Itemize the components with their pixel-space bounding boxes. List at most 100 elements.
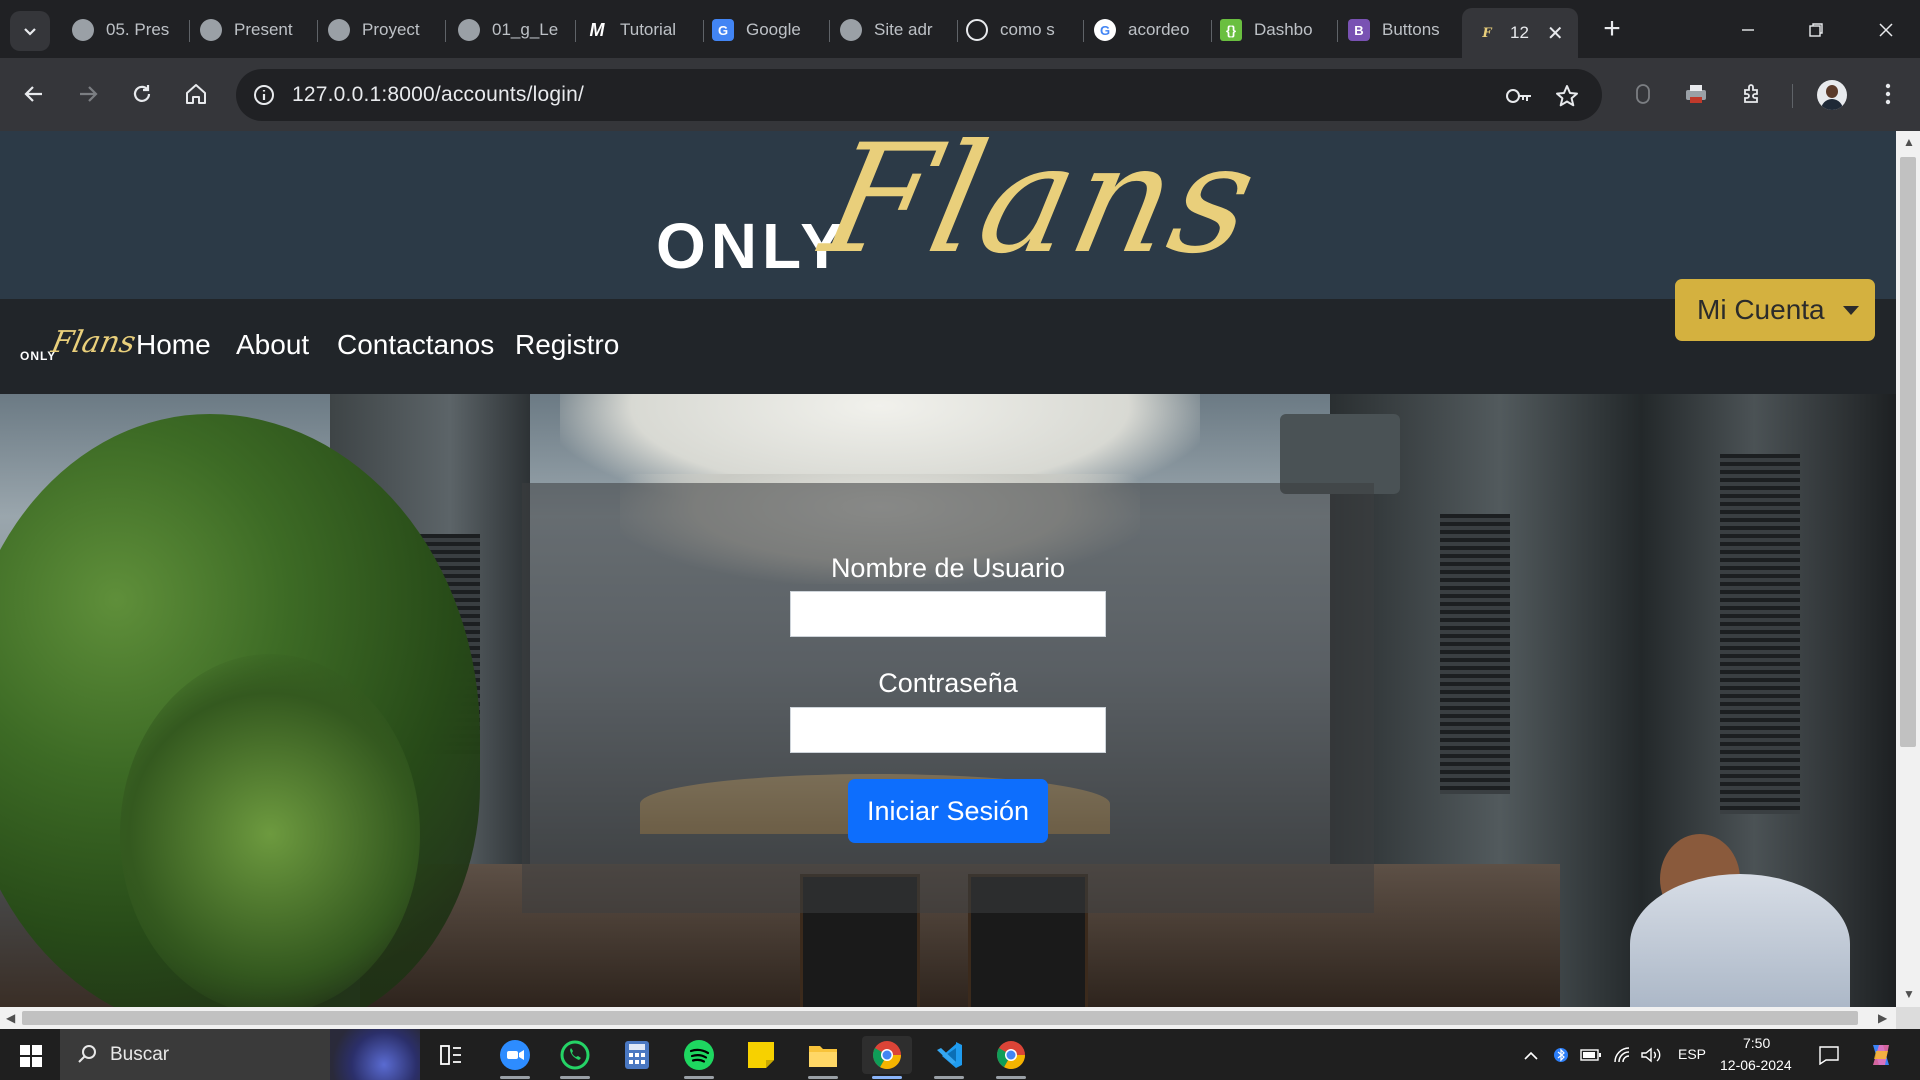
browser-tab[interactable]: 01_g_Le xyxy=(458,8,576,52)
battery-icon[interactable] xyxy=(1580,1044,1602,1066)
brand-flans-text: Flans xyxy=(48,325,139,360)
clock-time: 7:50 xyxy=(1743,1035,1771,1051)
browser-tab[interactable]: 05. Pres xyxy=(72,8,190,52)
browser-tab-strip: 05. Pres Present Proyect 01_g_Le M Tutor… xyxy=(0,0,1920,58)
restore-button[interactable] xyxy=(1796,12,1836,48)
hero-background-photo: Nombre de Usuario Contraseña Iniciar Ses… xyxy=(0,394,1896,1007)
browser-tab[interactable]: G acordeo xyxy=(1094,8,1212,52)
input-language[interactable]: ESP xyxy=(1678,1046,1706,1062)
taskbar-app-spotify[interactable] xyxy=(674,1036,724,1079)
close-tab-icon[interactable]: ✕ xyxy=(1547,21,1564,46)
arrow-left-icon xyxy=(24,86,42,102)
browser-tab-active[interactable]: F 12 ✕ xyxy=(1462,8,1578,58)
m-logo-icon: M xyxy=(589,19,605,40)
extension-mouse-icon[interactable] xyxy=(1625,76,1661,112)
horizontal-scrollbar[interactable]: ◀ ▶ xyxy=(0,1007,1896,1029)
new-tab-button[interactable]: + xyxy=(1596,14,1628,46)
onlyflans-icon: F xyxy=(1482,25,1492,41)
globe-icon xyxy=(200,19,222,41)
nav-link-home[interactable]: Home xyxy=(136,329,211,361)
username-input[interactable] xyxy=(790,591,1106,637)
close-icon xyxy=(1879,23,1893,37)
chrome-icon xyxy=(873,1041,901,1069)
login-form: Nombre de Usuario Contraseña Iniciar Ses… xyxy=(522,483,1374,913)
scroll-up-arrow-icon[interactable]: ▲ xyxy=(1903,135,1915,149)
back-button[interactable] xyxy=(14,74,54,114)
page-viewport: ONLY Flans ONLY Flans Home About Contact… xyxy=(0,131,1896,1007)
nav-link-about[interactable]: About xyxy=(236,329,309,361)
globe-icon xyxy=(840,19,862,41)
account-dropdown-button[interactable]: Mi Cuenta xyxy=(1675,279,1875,341)
browser-toolbar: 127.0.0.1:8000/accounts/login/ xyxy=(0,58,1920,131)
globe-icon xyxy=(328,19,350,41)
taskbar-app-file-explorer[interactable] xyxy=(798,1036,848,1079)
vertical-scroll-thumb[interactable] xyxy=(1900,157,1916,747)
copilot-icon xyxy=(1873,1045,1889,1065)
nav-link-registro[interactable]: Registro xyxy=(515,329,619,361)
copilot-button[interactable] xyxy=(1866,1040,1896,1070)
bookmark-star-icon[interactable] xyxy=(1552,81,1582,111)
site-navbar: ONLY Flans Home About Contactanos Regist… xyxy=(0,299,1896,394)
browser-tab[interactable]: Site adr xyxy=(840,8,958,52)
browser-tab[interactable]: {} Dashbo xyxy=(1220,8,1338,52)
windows-logo-icon xyxy=(20,1045,42,1067)
close-window-button[interactable] xyxy=(1866,12,1906,48)
bluetooth-icon[interactable] xyxy=(1550,1044,1572,1066)
clock-date: 12-06-2024 xyxy=(1720,1057,1792,1073)
profile-avatar[interactable] xyxy=(1817,80,1847,110)
address-bar[interactable]: 127.0.0.1:8000/accounts/login/ xyxy=(236,69,1602,121)
show-hidden-icons-button[interactable] xyxy=(1520,1044,1542,1066)
taskbar-app-vscode[interactable] xyxy=(924,1036,974,1079)
notifications-button[interactable] xyxy=(1818,1044,1840,1066)
reload-button[interactable] xyxy=(122,74,162,114)
site-info-icon[interactable] xyxy=(250,81,278,109)
vertical-scrollbar[interactable]: ▲ ▼ xyxy=(1896,131,1920,1007)
tab-search-button[interactable] xyxy=(10,11,50,51)
home-icon xyxy=(186,84,206,104)
login-submit-button[interactable]: Iniciar Sesión xyxy=(848,779,1048,843)
scroll-right-arrow-icon[interactable]: ▶ xyxy=(1878,1011,1887,1025)
start-button[interactable] xyxy=(12,1041,50,1071)
taskbar-app-chrome[interactable] xyxy=(862,1036,912,1079)
tab-title: 05. Pres xyxy=(106,20,170,39)
nav-link-contactanos[interactable]: Contactanos xyxy=(337,329,494,361)
taskbar-app-whatsapp[interactable] xyxy=(550,1036,600,1079)
forward-button[interactable] xyxy=(68,74,108,114)
search-highlight-image xyxy=(330,1029,420,1080)
taskbar-app-sticky-notes[interactable] xyxy=(736,1036,786,1074)
extension-printer-icon[interactable] xyxy=(1678,76,1714,112)
arrow-right-icon xyxy=(80,86,98,102)
browser-tab[interactable]: Present xyxy=(200,8,318,52)
taskbar-search-box[interactable]: Buscar xyxy=(60,1029,420,1080)
taskbar-app-zoom[interactable] xyxy=(490,1036,540,1079)
tab-title: 01_g_Le xyxy=(492,20,559,39)
caret-down-icon xyxy=(1842,305,1859,315)
scroll-left-arrow-icon[interactable]: ◀ xyxy=(6,1011,15,1025)
browser-tab[interactable]: G Google xyxy=(712,8,830,52)
password-input[interactable] xyxy=(790,707,1106,753)
folder-icon xyxy=(809,1046,837,1067)
extensions-puzzle-icon[interactable] xyxy=(1734,76,1770,112)
bracket-logo-icon: {} xyxy=(1220,19,1242,41)
taskbar-app-calculator[interactable] xyxy=(612,1036,662,1074)
browser-tab[interactable]: Proyect xyxy=(328,8,446,52)
minimize-icon xyxy=(1742,29,1754,31)
browser-tab[interactable]: M Tutorial xyxy=(586,8,704,52)
url-text[interactable]: 127.0.0.1:8000/accounts/login/ xyxy=(292,83,584,107)
google-icon: G xyxy=(1094,19,1116,41)
browser-tab[interactable]: como s xyxy=(966,8,1084,52)
browser-tab[interactable]: B Buttons xyxy=(1348,8,1466,52)
wifi-icon[interactable] xyxy=(1612,1044,1634,1066)
taskbar-app-chrome-alt[interactable] xyxy=(986,1036,1036,1079)
password-key-icon[interactable] xyxy=(1504,81,1534,111)
task-view-button[interactable] xyxy=(426,1036,476,1074)
home-button[interactable] xyxy=(176,74,216,114)
scroll-down-arrow-icon[interactable]: ▼ xyxy=(1903,987,1915,1001)
horizontal-scroll-thumb[interactable] xyxy=(22,1011,1858,1025)
volume-icon[interactable] xyxy=(1640,1044,1662,1066)
minimize-button[interactable] xyxy=(1728,12,1768,48)
task-view-icon xyxy=(440,1045,461,1065)
more-menu-icon[interactable] xyxy=(1870,76,1906,112)
tab-title: Buttons xyxy=(1382,20,1440,39)
reload-icon xyxy=(133,85,151,102)
